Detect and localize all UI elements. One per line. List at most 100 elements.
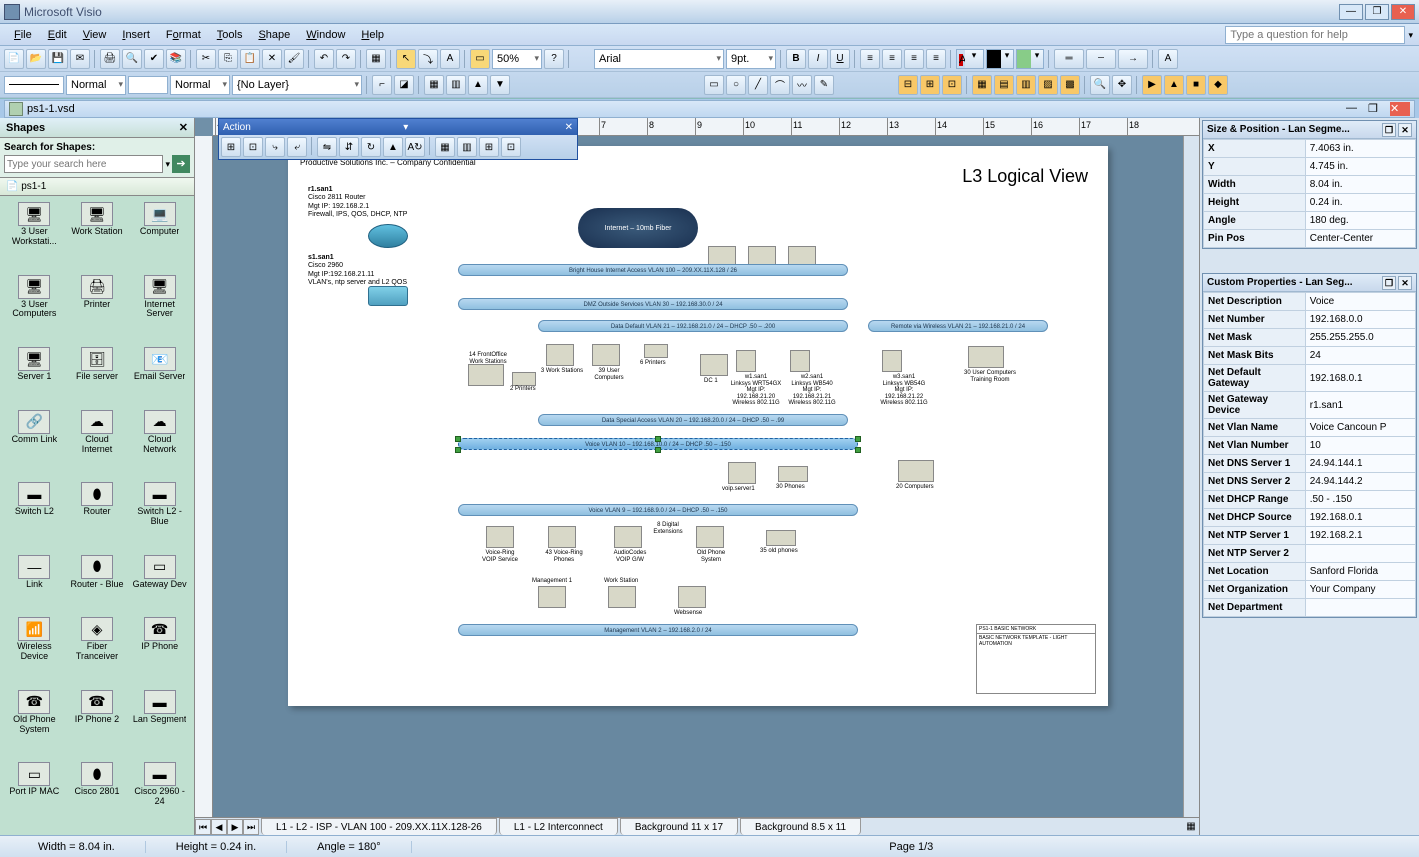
action-toolbar-close-button[interactable]: ✕: [565, 122, 573, 133]
action-group-button[interactable]: ▦: [435, 137, 455, 157]
vrp43-shape[interactable]: [548, 526, 576, 548]
italic-button[interactable]: I: [808, 49, 828, 69]
distribute-button[interactable]: ⊞: [920, 75, 940, 95]
pencil-tool-button[interactable]: ✎: [814, 75, 834, 95]
property-value[interactable]: .50 - .150: [1305, 491, 1415, 509]
shape-stencil-item[interactable]: ☎IP Phone 2: [67, 688, 128, 759]
vertical-scrollbar[interactable]: [1183, 136, 1199, 817]
property-value[interactable]: 24.94.144.2: [1305, 473, 1415, 491]
menu-file[interactable]: File: [6, 27, 40, 43]
internet-cloud[interactable]: Internet – 10mb Fiber: [578, 208, 698, 248]
property-value[interactable]: 192.168.0.1: [1305, 509, 1415, 527]
pr6-shape[interactable]: [644, 344, 668, 358]
text-color-button[interactable]: A: [1158, 49, 1178, 69]
sheet-last-button[interactable]: ⏭: [243, 819, 259, 835]
align-left-button[interactable]: ≡: [860, 49, 880, 69]
layout3-button[interactable]: ▥: [1016, 75, 1036, 95]
oldphones35-shape[interactable]: [766, 530, 796, 546]
font-combo[interactable]: Arial: [594, 49, 724, 69]
paste-button[interactable]: 📋: [240, 49, 260, 69]
property-value[interactable]: 8.04 in.: [1305, 176, 1415, 194]
mail-button[interactable]: ✉: [70, 49, 90, 69]
ws3-shape[interactable]: [546, 344, 574, 366]
minimize-button[interactable]: —: [1339, 4, 1363, 20]
zoom-combo[interactable]: 50%: [492, 49, 542, 69]
property-value[interactable]: Center-Center: [1305, 230, 1415, 248]
menu-shape[interactable]: Shape: [250, 27, 298, 43]
shadow-button[interactable]: ◪: [394, 75, 414, 95]
flag4-button[interactable]: ◆: [1208, 75, 1228, 95]
cut-button[interactable]: ✂: [196, 49, 216, 69]
selection-handle[interactable]: [855, 436, 861, 442]
shape-stencil-item[interactable]: 📶Wireless Device: [4, 615, 65, 686]
action-flip-v-button[interactable]: ⇵: [339, 137, 359, 157]
menu-insert[interactable]: Insert: [114, 27, 158, 43]
shape-stencil-item[interactable]: 🔗Comm Link: [4, 408, 65, 479]
shape-stencil-item[interactable]: 🖥3 User Workstati...: [4, 200, 65, 271]
printers2-shape[interactable]: [512, 372, 536, 386]
research-button[interactable]: 📚: [166, 49, 186, 69]
pan-button[interactable]: ✥: [1112, 75, 1132, 95]
layout5-button[interactable]: ▩: [1060, 75, 1080, 95]
shapes-search-go-button[interactable]: ➔: [172, 155, 190, 173]
action-btn-3[interactable]: ⤷: [265, 137, 285, 157]
switch1-shape[interactable]: [368, 286, 408, 306]
sheet-tab[interactable]: Background 8.5 x 11: [740, 818, 861, 835]
shape-stencil-item[interactable]: ◈Fiber Tranceiver: [67, 615, 128, 686]
vlan-100-bar[interactable]: Bright House Internet Access VLAN 100 – …: [458, 264, 848, 276]
sheet-first-button[interactable]: ⏮: [195, 819, 211, 835]
shape-stencil-item[interactable]: 🖨Printer: [67, 273, 128, 344]
line-weight-button[interactable]: ═: [1054, 49, 1084, 69]
help-button[interactable]: ?: [544, 49, 564, 69]
ellipse-tool-button[interactable]: ○: [726, 75, 746, 95]
font-color-button[interactable]: A▾: [956, 49, 984, 69]
action-btn-9[interactable]: A↻: [405, 137, 425, 157]
shape-stencil-item[interactable]: ⬮Cisco 2801: [67, 760, 128, 831]
new-button[interactable]: 📄: [4, 49, 24, 69]
drawing-page[interactable]: Productive Solutions Inc. – Company Conf…: [288, 146, 1108, 706]
line-color-button[interactable]: ▾: [986, 49, 1014, 69]
spell-button[interactable]: ✔: [144, 49, 164, 69]
property-value[interactable]: 192.168.0.0: [1305, 311, 1415, 329]
shape-stencil-item[interactable]: ⬮Router - Blue: [67, 553, 128, 614]
menu-help[interactable]: Help: [353, 27, 392, 43]
save-button[interactable]: 💾: [48, 49, 68, 69]
dc1-shape[interactable]: [700, 354, 728, 376]
align-shapes-button[interactable]: ⊟: [898, 75, 918, 95]
shape-stencil-item[interactable]: ☁Cloud Network: [129, 408, 190, 479]
rect-tool-button[interactable]: ▭: [704, 75, 724, 95]
help-search-input[interactable]: [1225, 26, 1405, 44]
align-right-button[interactable]: ≡: [904, 49, 924, 69]
pointer-tool-button[interactable]: ↖: [396, 49, 416, 69]
shape-stencil-item[interactable]: ▬Cisco 2960 - 24: [129, 760, 190, 831]
print-button[interactable]: 🖨: [100, 49, 120, 69]
underline-button[interactable]: U: [830, 49, 850, 69]
layout1-button[interactable]: ▦: [972, 75, 992, 95]
action-rotate-button[interactable]: ↻: [361, 137, 381, 157]
undo-button[interactable]: ↶: [314, 49, 334, 69]
copy-button[interactable]: ⎘: [218, 49, 238, 69]
menu-window[interactable]: Window: [298, 27, 353, 43]
property-value[interactable]: 24: [1305, 347, 1415, 365]
line-tool-button[interactable]: ╱: [748, 75, 768, 95]
property-value[interactable]: 0.24 in.: [1305, 194, 1415, 212]
shape-stencil-item[interactable]: ☎Old Phone System: [4, 688, 65, 759]
panel-restore-button[interactable]: ❐: [1382, 276, 1396, 290]
shape-stencil-item[interactable]: ☁Cloud Internet: [67, 408, 128, 479]
action-toolbar[interactable]: Action ▾ ✕ ⊞ ⊡ ⤷ ⤶ ⇋ ⇵ ↻ ▲ A↻ ▦ ▥ ⊞ ⊡: [218, 118, 578, 160]
property-value[interactable]: 255.255.255.0: [1305, 329, 1415, 347]
action-btn-1[interactable]: ⊞: [221, 137, 241, 157]
action-ungroup-button[interactable]: ▥: [457, 137, 477, 157]
flag3-button[interactable]: ■: [1186, 75, 1206, 95]
menu-format[interactable]: Format: [158, 27, 209, 43]
shape-stencil-item[interactable]: ▭Port IP MAC: [4, 760, 65, 831]
shape-stencil-item[interactable]: 🖥Server 1: [4, 345, 65, 406]
corner-round-button[interactable]: ⌐: [372, 75, 392, 95]
selection-handle[interactable]: [655, 436, 661, 442]
property-value[interactable]: Sanford Florida: [1305, 563, 1415, 581]
shape-stencil-item[interactable]: 💻Computer: [129, 200, 190, 271]
shape-stencil-item[interactable]: —Link: [4, 553, 65, 614]
vlan-21-remote-bar[interactable]: Remote via Wireless VLAN 21 – 192.168.21…: [868, 320, 1048, 332]
action-btn-4[interactable]: ⤶: [287, 137, 307, 157]
front-button[interactable]: ▲: [468, 75, 488, 95]
